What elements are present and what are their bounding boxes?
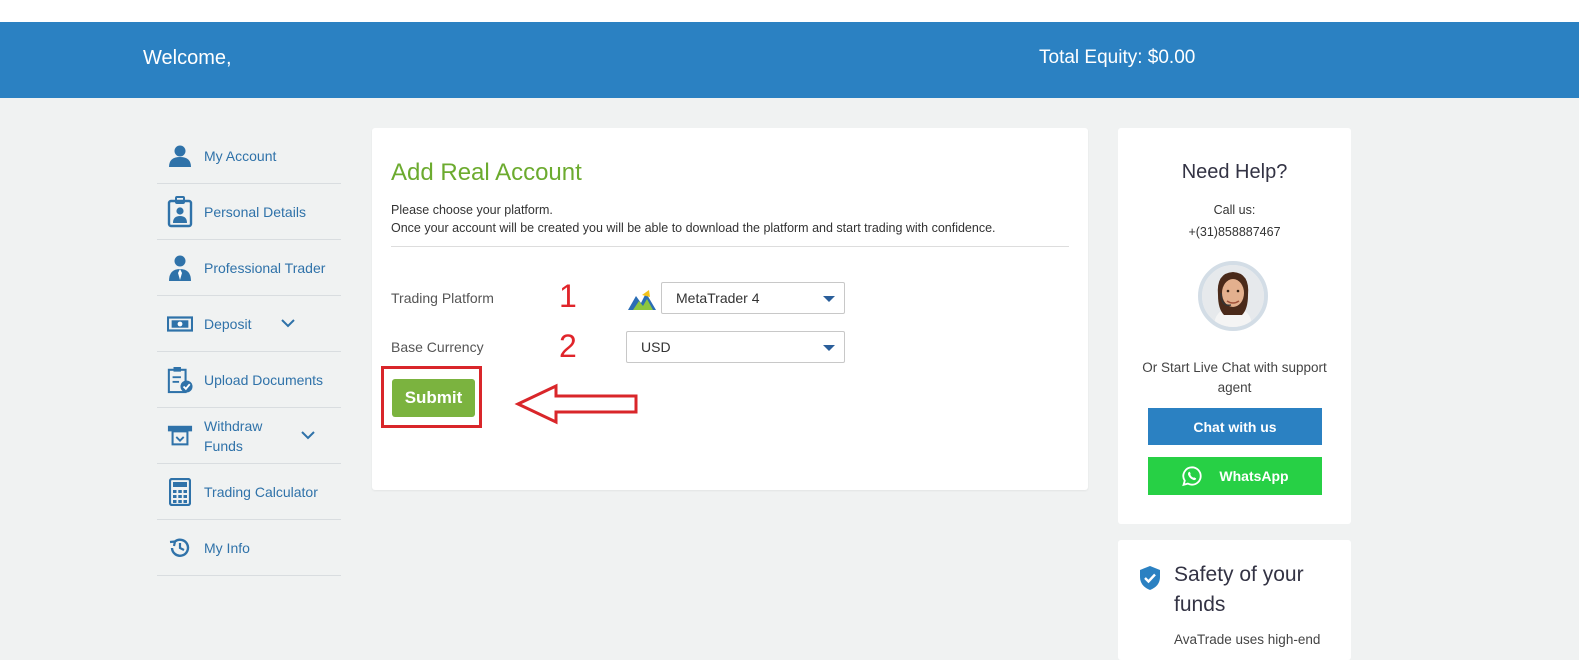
professional-user-icon xyxy=(167,253,193,283)
sidebar-item-upload-documents[interactable]: Upload Documents xyxy=(157,352,341,408)
banknote-icon xyxy=(167,309,193,339)
live-chat-text: Or Start Live Chat with support agent xyxy=(1142,360,1327,395)
whatsapp-button[interactable]: WhatsApp xyxy=(1148,457,1322,495)
sidebar-item-label: My Info xyxy=(204,539,250,556)
caret-down-icon xyxy=(823,296,835,302)
safety-description: AvaTrade uses high-end xyxy=(1174,632,1321,647)
total-equity: Total Equity: $0.00 xyxy=(1039,47,1196,68)
sidebar-item-label: My Account xyxy=(204,147,277,164)
chevron-down-icon[interactable] xyxy=(279,314,297,332)
whatsapp-icon xyxy=(1182,466,1203,487)
caret-down-icon xyxy=(823,345,835,351)
sidebar-item-my-account[interactable]: My Account xyxy=(157,128,341,184)
user-icon xyxy=(167,141,193,171)
history-icon xyxy=(167,533,193,563)
phone-number: +(31)858887467 xyxy=(1188,225,1281,239)
top-bar xyxy=(0,0,1579,22)
form-description: Please choose your platform. Once your a… xyxy=(391,201,996,237)
chat-with-us-button[interactable]: Chat with us xyxy=(1148,408,1322,445)
base-currency-label: Base Currency xyxy=(391,339,484,355)
description-line-2: Once your account will be created you wi… xyxy=(391,221,996,235)
help-panel: Need Help? Call us: +(31)858887467 Or St… xyxy=(1118,128,1351,524)
withdraw-icon xyxy=(167,421,193,451)
sidebar-item-label: Withdraw Funds xyxy=(204,418,263,454)
sidebar-item-deposit[interactable]: Deposit xyxy=(157,296,341,352)
welcome-text: Welcome, xyxy=(143,47,232,69)
sidebar-nav: My Account Personal Details Professional… xyxy=(157,128,341,576)
base-currency-value: USD xyxy=(641,339,671,355)
page-title: Add Real Account xyxy=(391,159,582,186)
trading-platform-select[interactable]: MetaTrader 4 xyxy=(661,282,845,314)
sidebar-item-label: Trading Calculator xyxy=(204,483,318,500)
sidebar-item-label: Professional Trader xyxy=(204,259,326,276)
sidebar-item-personal-details[interactable]: Personal Details xyxy=(157,184,341,240)
help-title: Need Help? xyxy=(1181,161,1288,183)
description-line-1: Please choose your platform. xyxy=(391,203,553,217)
divider xyxy=(391,246,1069,247)
sidebar-item-label: Deposit xyxy=(204,315,252,332)
sidebar-item-withdraw-funds[interactable]: Withdraw Funds xyxy=(157,408,341,464)
sidebar-item-professional-trader[interactable]: Professional Trader xyxy=(157,240,341,296)
annotation-arrow-icon xyxy=(514,383,638,425)
chevron-down-icon[interactable] xyxy=(299,426,317,444)
document-check-icon xyxy=(167,365,193,395)
support-agent-avatar xyxy=(1198,261,1268,331)
sidebar-item-trading-calculator[interactable]: Trading Calculator xyxy=(157,464,341,520)
sidebar-item-label: Upload Documents xyxy=(204,371,324,388)
safety-panel: Safety of your funds AvaTrade uses high-… xyxy=(1118,540,1351,660)
submit-button[interactable]: Submit xyxy=(392,379,475,417)
sidebar-item-label: Personal Details xyxy=(204,203,306,220)
call-us-label: Call us: xyxy=(1213,203,1256,217)
header-bar: Welcome, Total Equity: $0.00 xyxy=(0,22,1579,98)
metatrader-logo-icon xyxy=(627,288,657,312)
whatsapp-button-label: WhatsApp xyxy=(1219,468,1289,484)
add-account-card: Add Real Account Please choose your plat… xyxy=(372,128,1088,490)
base-currency-select[interactable]: USD xyxy=(626,331,845,363)
trading-platform-label: Trading Platform xyxy=(391,290,494,306)
shield-check-icon xyxy=(1140,566,1160,590)
calculator-icon xyxy=(167,477,193,507)
sidebar-item-my-info[interactable]: My Info xyxy=(157,520,341,576)
safety-title: Safety of your funds xyxy=(1174,563,1304,616)
annotation-step-1: 1 xyxy=(559,278,577,314)
id-badge-icon xyxy=(167,195,193,227)
annotation-step-2: 2 xyxy=(559,328,577,364)
trading-platform-value: MetaTrader 4 xyxy=(676,290,760,306)
